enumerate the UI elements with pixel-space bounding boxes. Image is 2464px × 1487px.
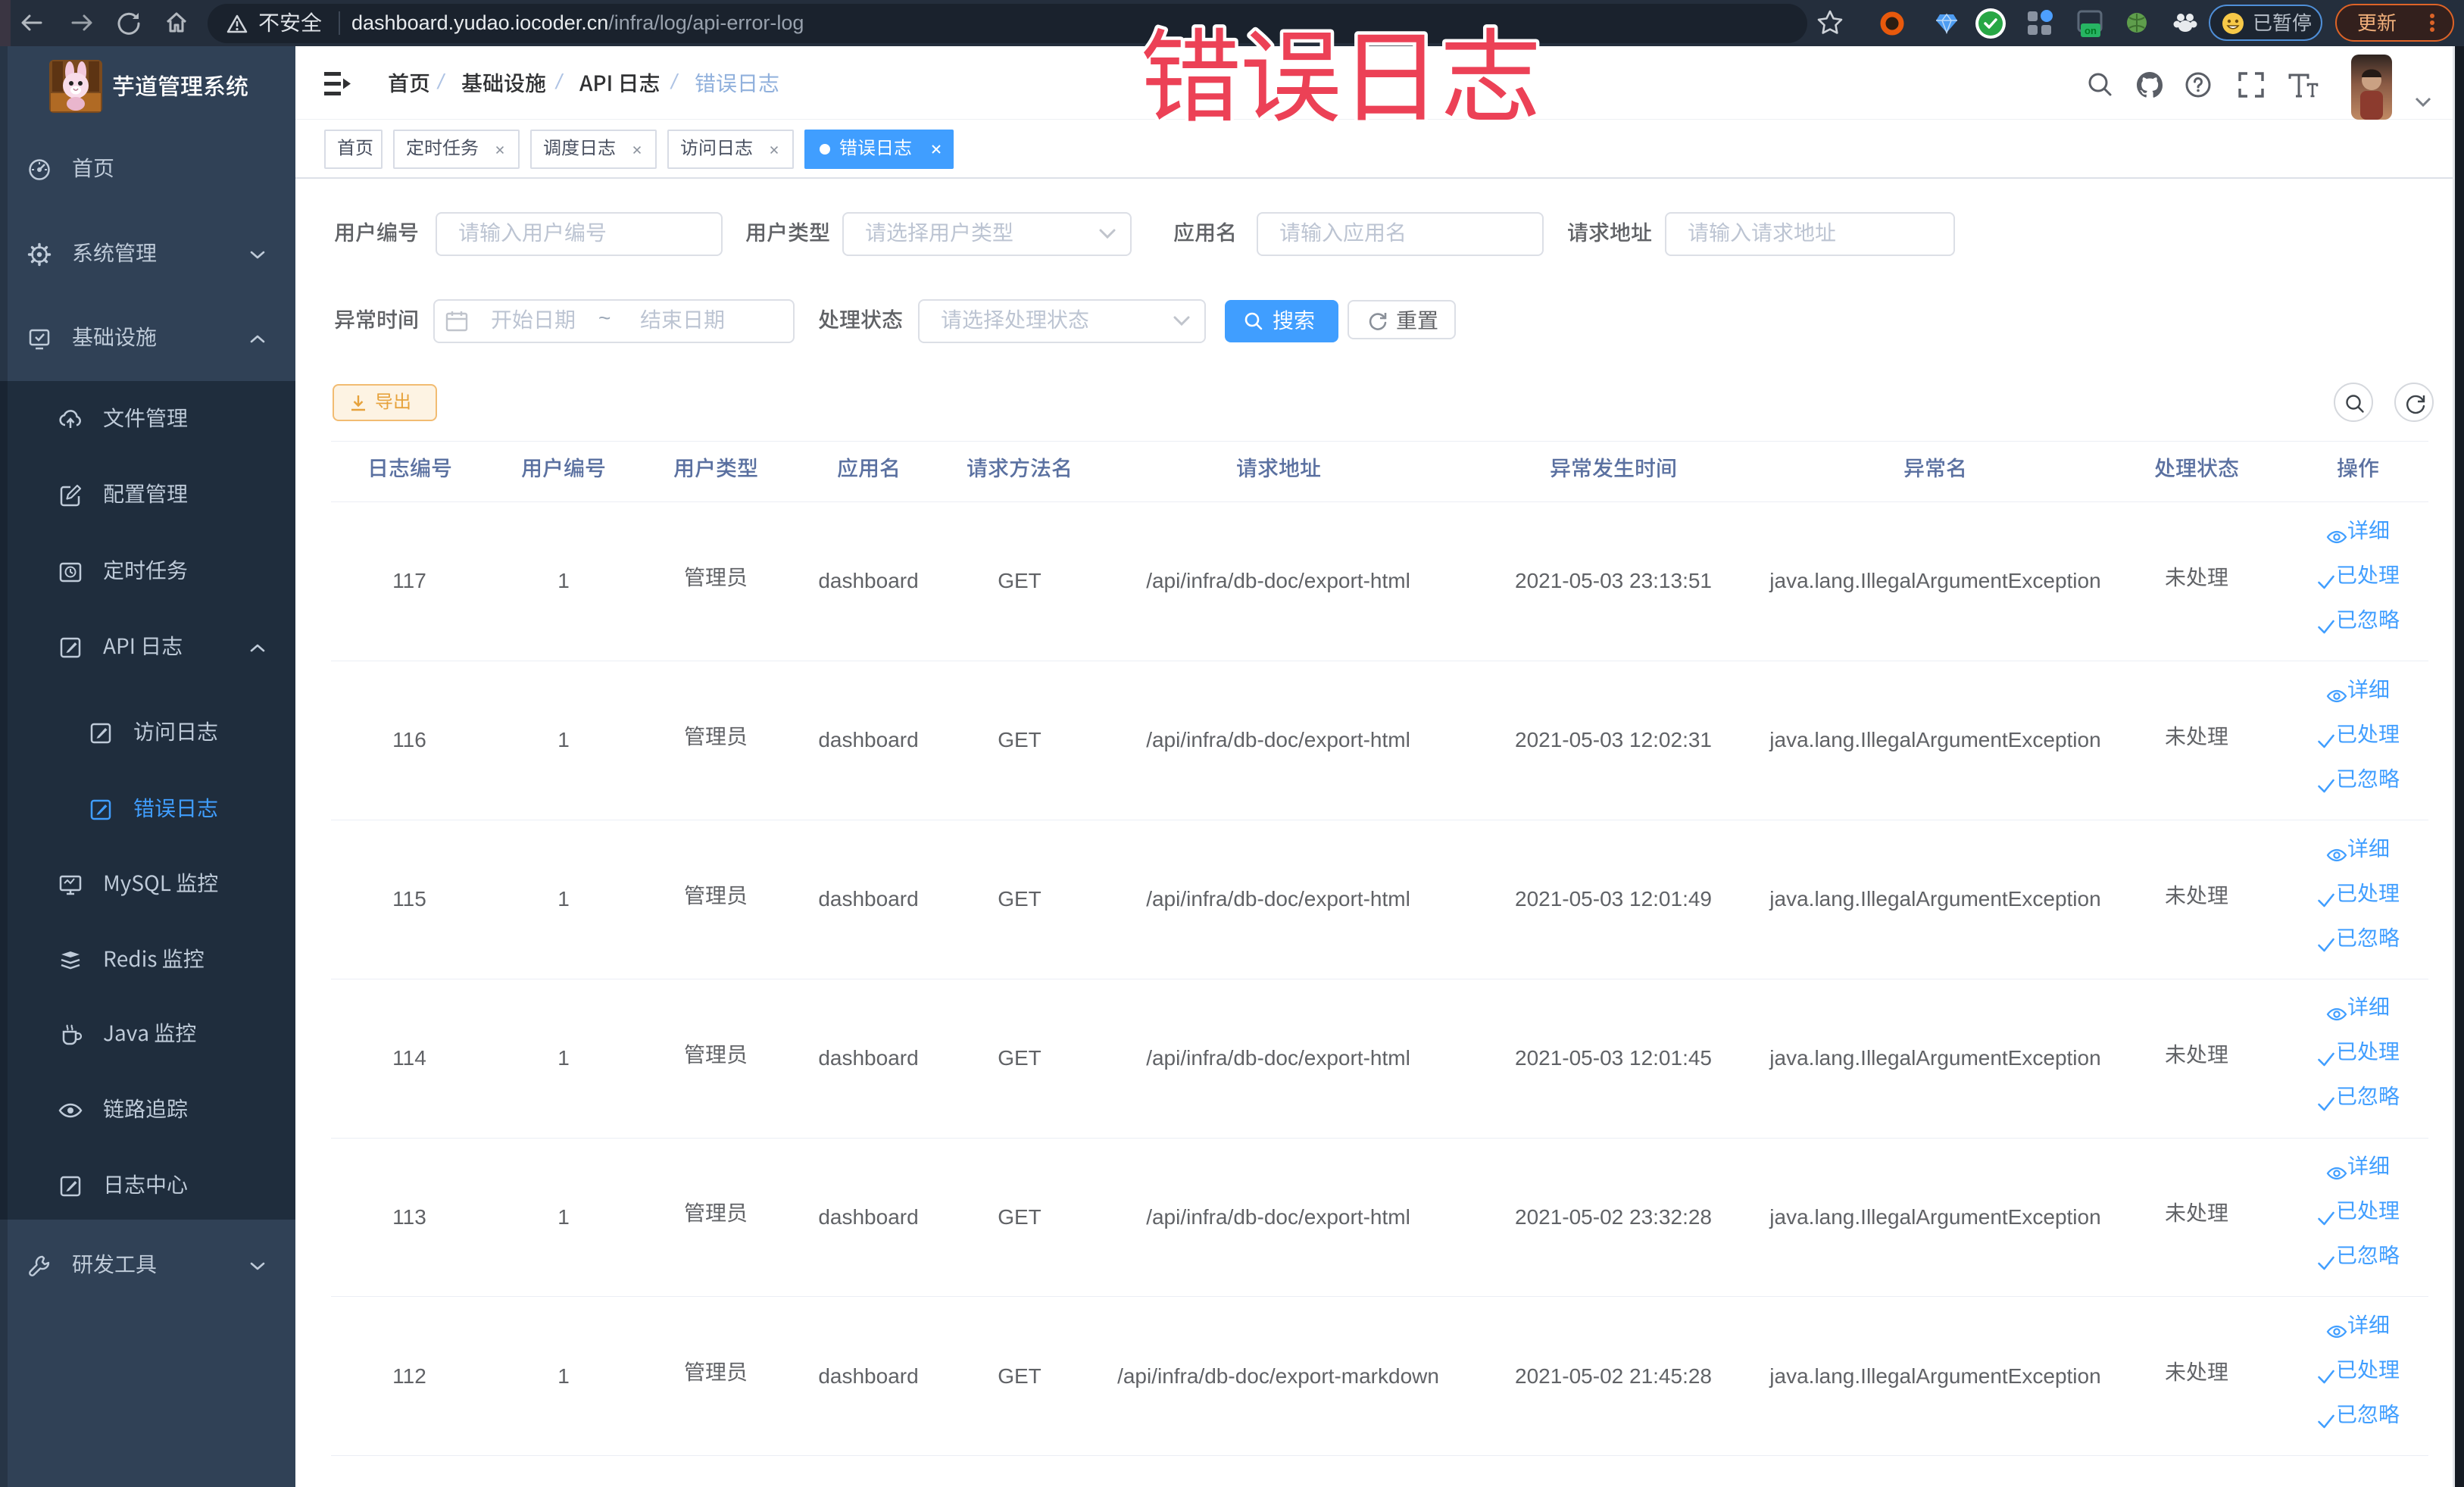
svg-text:on: on <box>2085 25 2097 36</box>
